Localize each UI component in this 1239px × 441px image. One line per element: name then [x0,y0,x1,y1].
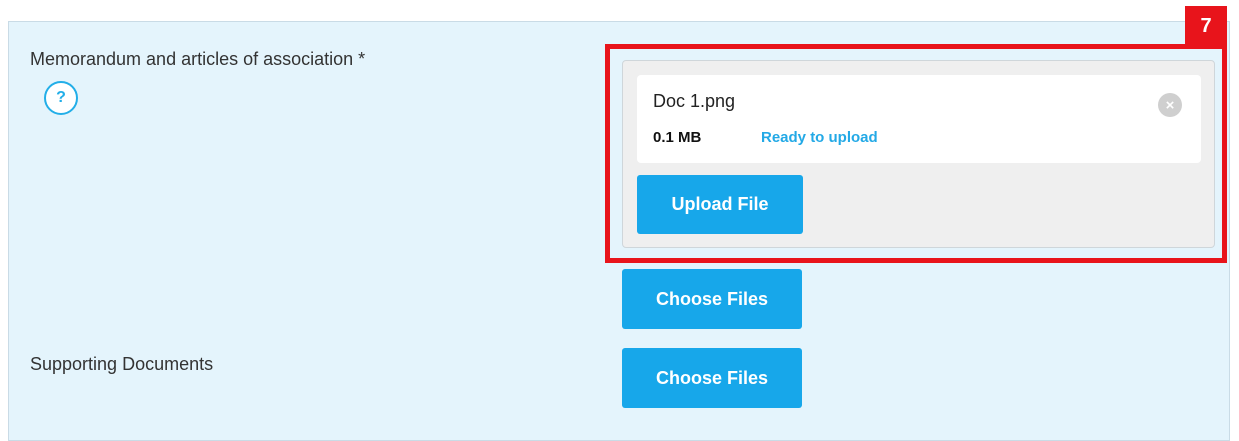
help-icon[interactable]: ? [44,81,78,115]
supporting-documents-label: Supporting Documents [30,354,214,374]
memorandum-choose-files-button[interactable]: Choose Files [622,269,802,329]
file-status: Ready to upload [761,129,878,146]
memorandum-upload-area: Doc 1.png 0.1 MB Ready to upload × Uploa… [622,60,1215,248]
remove-file-icon[interactable]: × [1158,93,1182,117]
file-name: Doc 1.png [653,91,736,111]
file-size: 0.1 MB [653,129,702,146]
upload-file-button[interactable]: Upload File [637,175,803,234]
file-card: Doc 1.png 0.1 MB Ready to upload × [637,75,1201,163]
supporting-choose-files-button[interactable]: Choose Files [622,348,802,408]
memorandum-label: Memorandum and articles of association * [30,49,366,69]
step-badge: 7 [1185,6,1227,46]
